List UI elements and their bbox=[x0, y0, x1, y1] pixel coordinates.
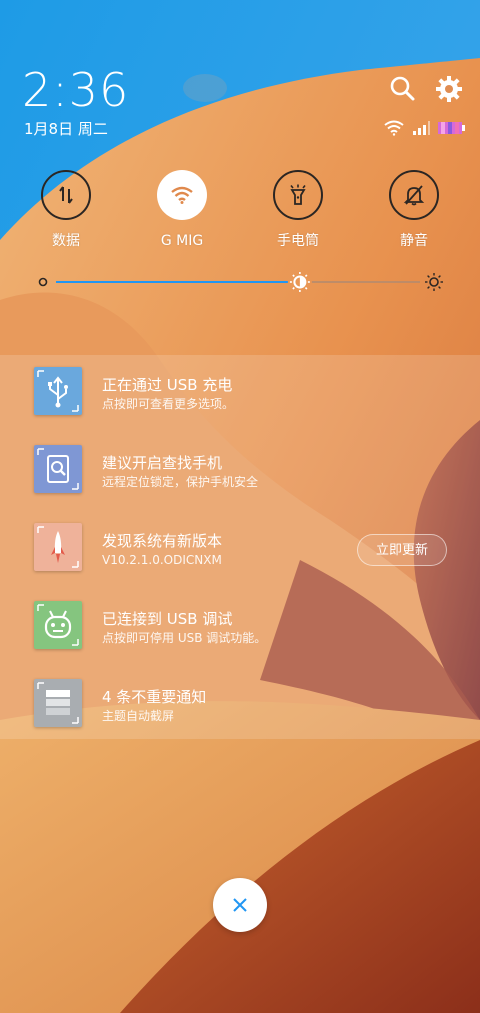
toggle-button[interactable] bbox=[41, 170, 91, 220]
gear-icon[interactable] bbox=[434, 74, 464, 104]
min-brightness-icon bbox=[38, 277, 48, 287]
find-phone-icon bbox=[34, 445, 82, 493]
sun-icon bbox=[425, 273, 443, 291]
update-rocket-icon bbox=[34, 523, 82, 571]
bell-off-icon bbox=[403, 185, 425, 206]
battery-icon bbox=[438, 122, 465, 134]
notification-subtitle: 远程定位锁定，保护手机安全 bbox=[102, 475, 259, 489]
update-now-button[interactable]: 立即更新 bbox=[357, 534, 447, 566]
notification-subtitle: 主题自动截屏 bbox=[102, 709, 175, 723]
toggle-button[interactable] bbox=[157, 170, 207, 220]
notification-system-update[interactable]: 发现系统有新版本 V10.2.1.0.ODICNXM 立即更新 bbox=[0, 511, 480, 577]
toggle-button[interactable] bbox=[389, 170, 439, 220]
notification-subtitle: V10.2.1.0.ODICNXM bbox=[102, 553, 222, 567]
auto-brightness-icon[interactable] bbox=[289, 272, 310, 292]
notification-find-phone[interactable]: 建议开启查找手机 远程定位锁定，保护手机安全 bbox=[0, 433, 480, 499]
search-icon[interactable] bbox=[388, 74, 418, 104]
stack-icon bbox=[34, 679, 82, 727]
clock: 2:36 bbox=[22, 63, 130, 117]
brightness-slider[interactable] bbox=[38, 270, 448, 294]
flashlight-icon bbox=[290, 184, 306, 205]
notification-subtitle: 点按即可查看更多选项。 bbox=[102, 397, 235, 411]
toggle-label: 静音 bbox=[400, 233, 428, 249]
clear-notifications-button[interactable] bbox=[213, 878, 267, 932]
close-icon bbox=[233, 898, 247, 912]
android-icon bbox=[34, 601, 82, 649]
data-arrows-icon bbox=[59, 186, 73, 204]
usb-icon bbox=[34, 367, 82, 415]
notification-usb-debugging[interactable]: 已连接到 USB 调试 点按即可停用 USB 调试功能。 bbox=[0, 589, 480, 655]
notification-subtitle: 点按即可停用 USB 调试功能。 bbox=[102, 631, 267, 645]
wifi-status-icon bbox=[384, 120, 404, 136]
toggle-mute[interactable]: 静音 bbox=[364, 170, 464, 250]
toggle-label: 手电筒 bbox=[277, 233, 319, 249]
signal-icon bbox=[413, 121, 430, 135]
notification-title: 发现系统有新版本 bbox=[102, 532, 223, 550]
toggle-label: G MIG bbox=[160, 233, 204, 249]
toggle-flashlight[interactable]: 手电筒 bbox=[248, 170, 348, 250]
toggle-label: 数据 bbox=[52, 233, 80, 249]
brightness-track[interactable] bbox=[38, 270, 448, 294]
toggle-wifi[interactable]: G MIG bbox=[132, 170, 232, 250]
date: 1月8日 周二 bbox=[24, 120, 108, 138]
notification-title: 正在通过 USB 充电 bbox=[102, 376, 233, 394]
status-indicators bbox=[384, 118, 466, 138]
notification-unimportant-group[interactable]: 4 条不重要通知 主题自动截屏 bbox=[0, 667, 480, 733]
notification-title: 已连接到 USB 调试 bbox=[102, 610, 233, 628]
toggle-button[interactable] bbox=[273, 170, 323, 220]
wifi-icon bbox=[171, 186, 193, 204]
notification-usb-charging[interactable]: 正在通过 USB 充电 点按即可查看更多选项。 bbox=[0, 355, 480, 421]
notification-panel: 正在通过 USB 充电 点按即可查看更多选项。 建议开启查找手机 远程定位锁定，… bbox=[0, 355, 480, 739]
toggle-mobile-data[interactable]: 数据 bbox=[16, 170, 116, 250]
notification-title: 4 条不重要通知 bbox=[102, 688, 207, 706]
notification-title: 建议开启查找手机 bbox=[102, 454, 223, 472]
